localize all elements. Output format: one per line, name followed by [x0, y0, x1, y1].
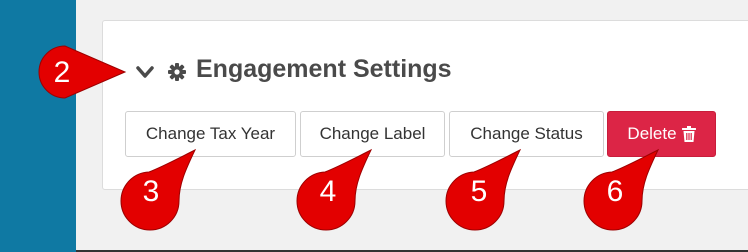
callout-2-text: 2 [54, 56, 71, 89]
callout-marker-5: 5 [445, 148, 522, 231]
callout-marker-2: 2 [38, 45, 127, 99]
callout-3-text: 3 [143, 175, 160, 208]
callout-4-text: 4 [320, 175, 337, 208]
section-title: Engagement Settings [196, 55, 452, 83]
trash-icon [681, 126, 696, 142]
delete-button-label: Delete [627, 124, 677, 143]
chevron-down-icon[interactable] [135, 62, 155, 82]
callout-marker-4: 4 [296, 148, 373, 231]
left-sidebar [0, 0, 76, 252]
callout-marker-6: 6 [583, 148, 660, 231]
callout-marker-3: 3 [120, 148, 197, 231]
callout-6-text: 6 [607, 175, 624, 208]
gear-icon [168, 63, 186, 81]
callout-5-text: 5 [471, 175, 488, 208]
